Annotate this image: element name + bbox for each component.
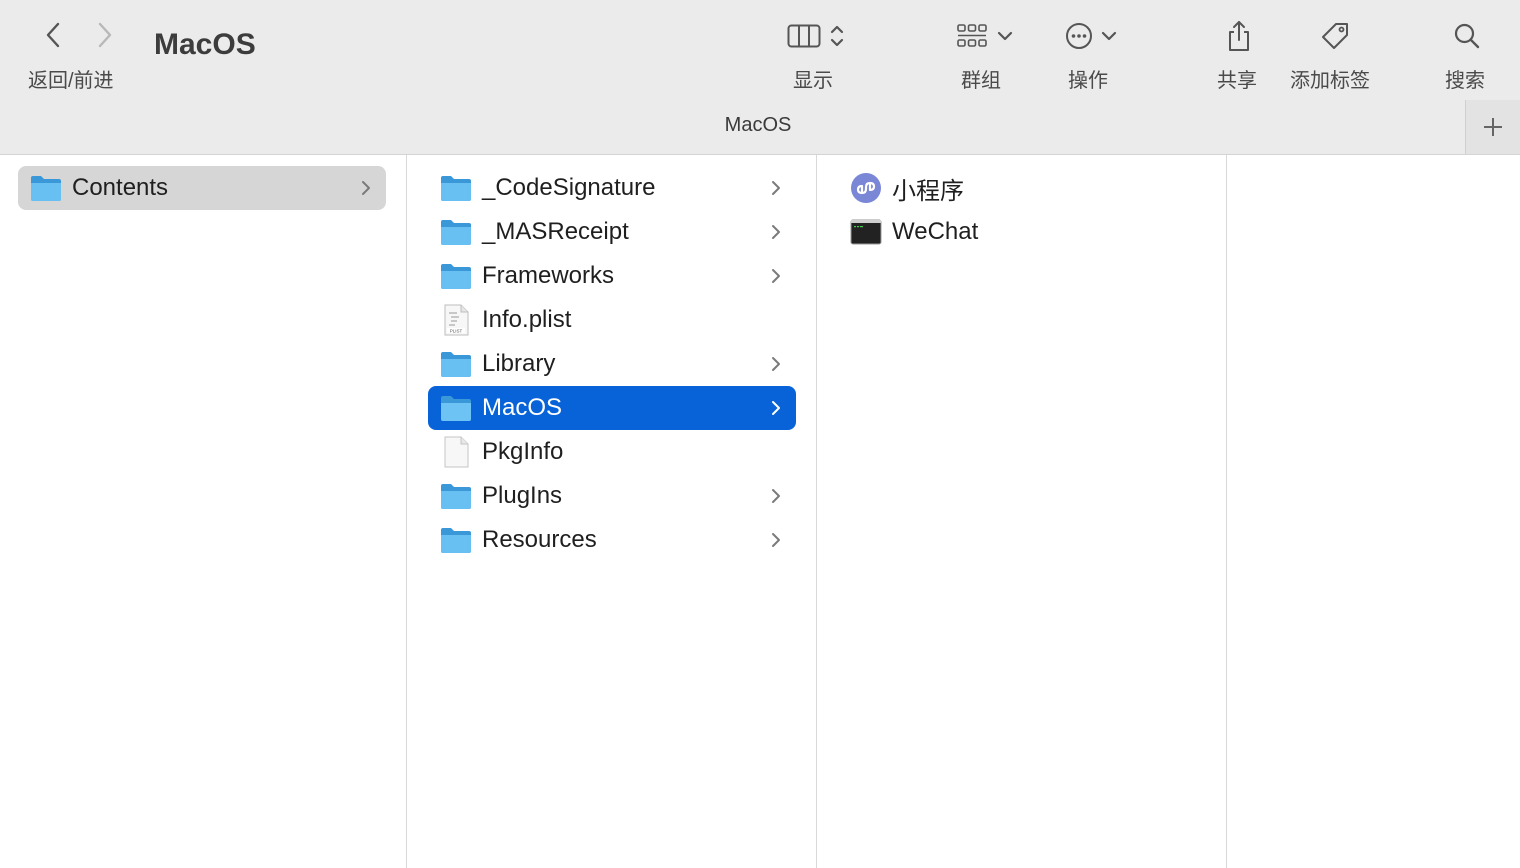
item-name: Library: [482, 350, 556, 377]
item-name: 小程序: [892, 177, 964, 205]
folder-icon: [440, 392, 472, 424]
list-item[interactable]: PLIST Info.plist: [428, 298, 796, 342]
tab-bar: MacOS: [0, 100, 1520, 155]
chevron-right-icon: [766, 396, 786, 420]
browser-column-1[interactable]: Contents: [0, 155, 407, 868]
folder-icon: [440, 216, 472, 248]
executable-icon: [850, 216, 882, 248]
folder-icon: [440, 524, 472, 556]
plist-file-icon: PLIST: [440, 304, 472, 336]
chevron-right-icon: [766, 176, 786, 200]
search-icon: [1454, 23, 1480, 49]
folder-icon: [440, 480, 472, 512]
new-tab-button[interactable]: [1465, 100, 1520, 154]
list-item[interactable]: _CodeSignature: [428, 166, 796, 210]
ellipsis-circle-icon: [1066, 23, 1092, 49]
svg-text:PLIST: PLIST: [450, 328, 463, 333]
chevron-down-icon: [1101, 31, 1117, 41]
action-label: 操作: [1068, 70, 1108, 92]
item-name: Frameworks: [482, 262, 615, 289]
folder-icon: [30, 172, 62, 204]
item-name: _CodeSignature: [482, 174, 656, 201]
chevron-right-icon: [766, 528, 786, 552]
item-name: MacOS: [482, 394, 563, 421]
list-item[interactable]: Frameworks: [428, 254, 796, 298]
chevron-right-icon: [766, 484, 786, 508]
chevron-right-icon: [766, 352, 786, 376]
search-label: 搜索: [1445, 70, 1485, 92]
blank-file-icon: [440, 436, 472, 468]
chevron-right-icon: [766, 264, 786, 288]
folder-icon: [440, 172, 472, 204]
column-view-icon: [787, 24, 821, 48]
item-name: PlugIns: [482, 482, 563, 509]
mini-program-icon: [850, 172, 882, 204]
item-name: WeChat: [892, 218, 979, 245]
list-item[interactable]: _MASReceipt: [428, 210, 796, 254]
list-item[interactable]: Library: [428, 342, 796, 386]
forward-button[interactable]: [90, 20, 120, 50]
list-item[interactable]: 小程序: [838, 166, 1206, 210]
add-tag-label: 添加标签: [1290, 70, 1370, 92]
folder-icon: [440, 348, 472, 380]
item-name: Contents: [72, 174, 169, 201]
item-name: Info.plist: [482, 306, 572, 333]
nav-label: 返回/前进: [28, 70, 114, 92]
share-label: 共享: [1217, 70, 1257, 92]
group-label: 群组: [961, 70, 1001, 92]
back-button[interactable]: [38, 20, 68, 50]
list-item[interactable]: MacOS: [428, 386, 796, 430]
tab-title[interactable]: MacOS: [0, 114, 1516, 137]
chevron-right-icon: [766, 220, 786, 244]
chevron-right-icon: [98, 22, 112, 48]
share-icon: [1229, 21, 1249, 51]
browser-column-3[interactable]: 小程序 WeChat: [817, 155, 1227, 868]
plus-icon: [1484, 118, 1502, 136]
chevron-left-icon: [46, 22, 60, 48]
item-name: PkgInfo: [482, 438, 564, 465]
list-item[interactable]: PkgInfo: [428, 430, 796, 474]
updown-chevron-icon: [830, 25, 844, 47]
tag-icon: [1322, 23, 1348, 49]
item-name: Resources: [482, 526, 597, 553]
window-title: MacOS: [154, 28, 256, 61]
chevron-down-icon: [997, 31, 1013, 41]
list-item[interactable]: PlugIns: [428, 474, 796, 518]
chevron-right-icon: [356, 176, 376, 200]
list-item[interactable]: WeChat: [838, 210, 1206, 254]
folder-icon: [440, 260, 472, 292]
item-name: _MASReceipt: [482, 218, 629, 245]
browser-column-2[interactable]: _CodeSignature _MASReceipt Frameworks PL…: [407, 155, 817, 868]
list-item[interactable]: Contents: [18, 166, 386, 210]
group-grid-icon: [957, 24, 987, 47]
list-item[interactable]: Resources: [428, 518, 796, 562]
toolbar: 返回/前进 MacOS 显示 群组 操作 共享 添加标签 搜索: [0, 0, 1520, 100]
view-label: 显示: [793, 70, 833, 92]
browser-column-4[interactable]: [1227, 155, 1520, 868]
